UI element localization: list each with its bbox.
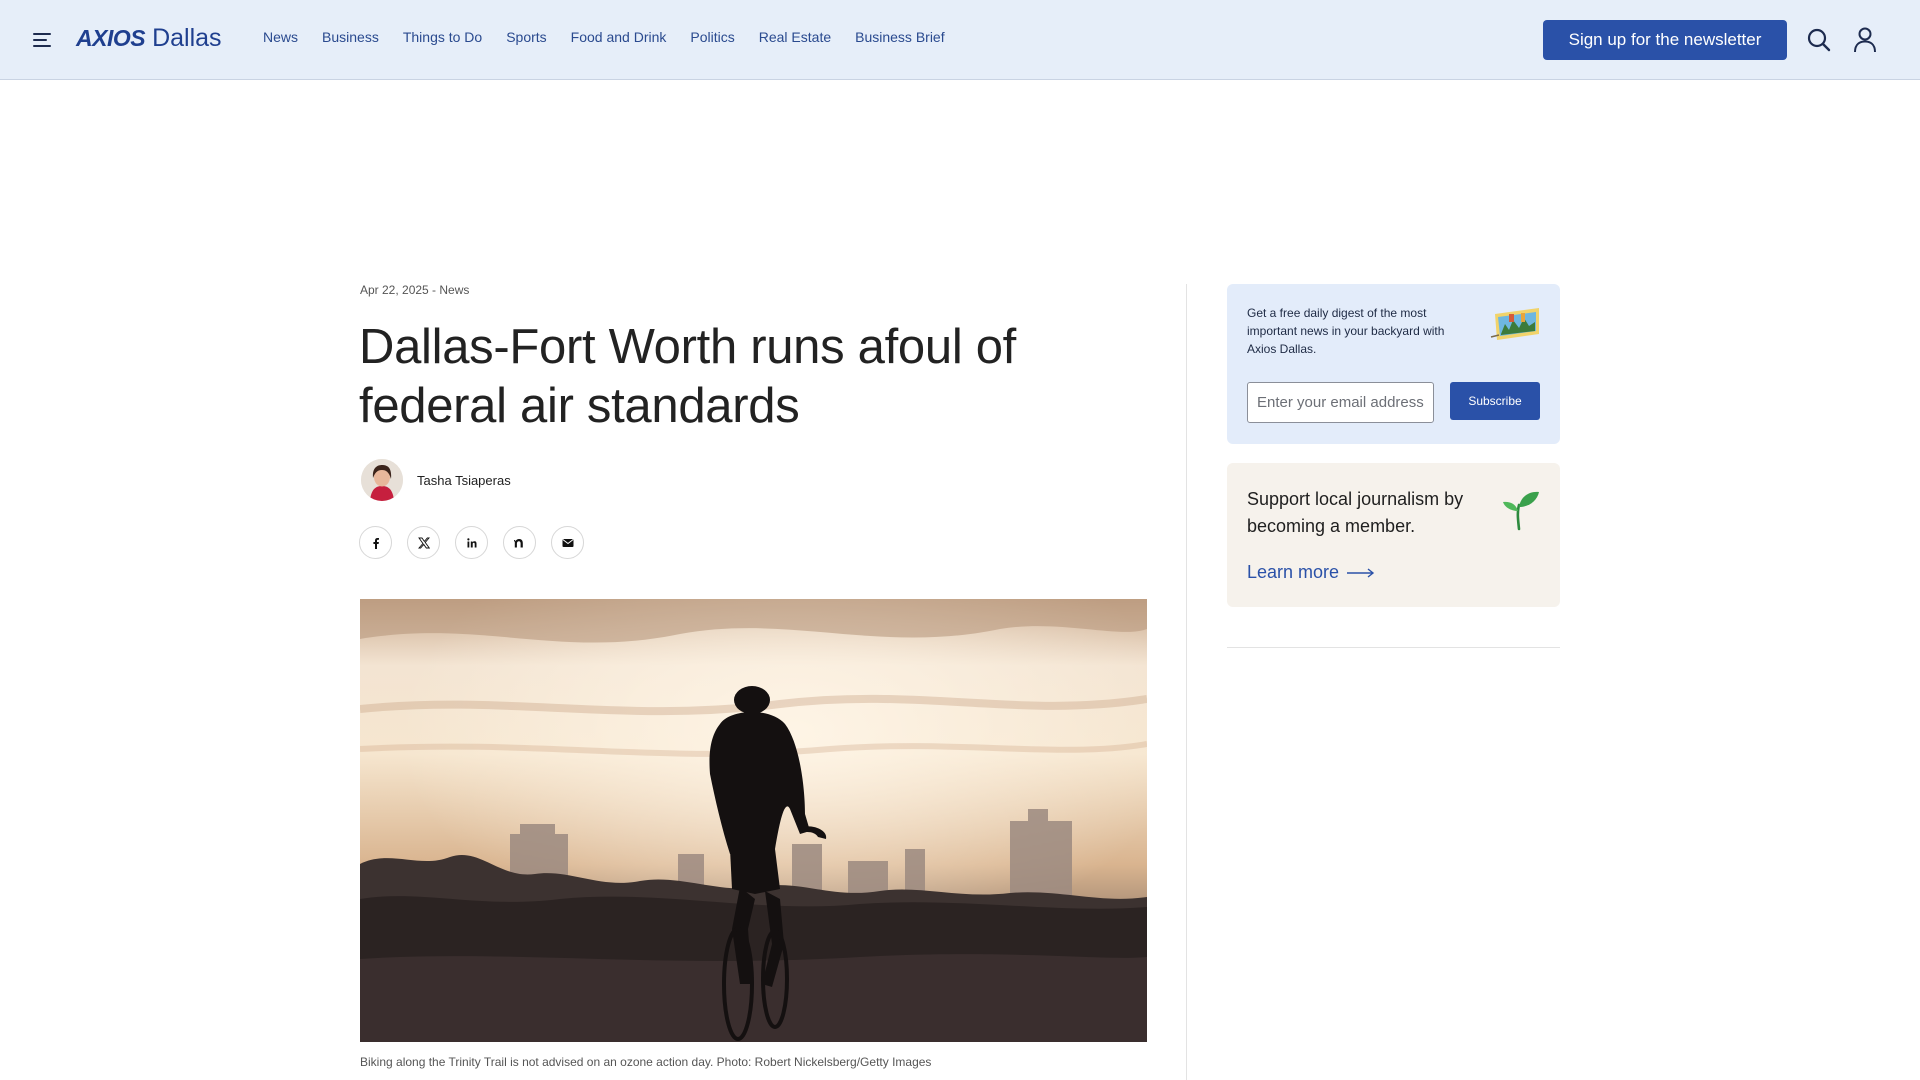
image-caption: Biking along the Trinity Trail is not ad… xyxy=(360,1055,932,1069)
membership-promo: Support local journalism by becoming a m… xyxy=(1227,463,1560,607)
article-meta: Apr 22, 2025 - News xyxy=(360,283,470,297)
main-nav: News Business Things to Do Sports Food a… xyxy=(263,29,969,45)
account-icon[interactable] xyxy=(1852,26,1878,54)
nav-item-real-estate[interactable]: Real Estate xyxy=(759,29,831,45)
email-input[interactable] xyxy=(1247,382,1434,423)
facebook-icon[interactable] xyxy=(359,526,392,559)
search-icon[interactable] xyxy=(1806,27,1832,53)
byline: Tasha Tsiaperas xyxy=(361,459,511,501)
arrow-right-icon xyxy=(1347,567,1375,578)
nav-item-food-and-drink[interactable]: Food and Drink xyxy=(571,29,667,45)
newsletter-promo: Get a free daily digest of the most impo… xyxy=(1227,284,1560,444)
logo-city: Dallas xyxy=(152,24,222,52)
x-icon[interactable] xyxy=(407,526,440,559)
nav-item-things-to-do[interactable]: Things to Do xyxy=(403,29,482,45)
newsletter-signup-button[interactable]: Sign up for the newsletter xyxy=(1543,20,1787,60)
membership-promo-text: Support local journalism by becoming a m… xyxy=(1247,489,1464,536)
column-divider xyxy=(1186,284,1187,1080)
subscribe-button[interactable]: Subscribe xyxy=(1450,382,1540,420)
sidebar-divider xyxy=(1227,647,1560,648)
hero-image xyxy=(360,599,1147,1042)
sprout-icon xyxy=(1497,487,1541,531)
nav-item-news[interactable]: News xyxy=(263,29,298,45)
learn-more-link[interactable]: Learn more xyxy=(1247,562,1375,583)
email-icon[interactable] xyxy=(551,526,584,559)
logo-brand: AXIOS xyxy=(76,25,146,51)
share-bar xyxy=(359,526,599,559)
author-name[interactable]: Tasha Tsiaperas xyxy=(417,473,511,488)
learn-more-label: Learn more xyxy=(1247,562,1340,582)
newsletter-promo-text: Get a free daily digest of the most impo… xyxy=(1247,306,1445,356)
menu-icon[interactable] xyxy=(33,30,55,50)
author-avatar[interactable] xyxy=(361,459,403,501)
site-logo[interactable]: AXIOS Dallas xyxy=(76,24,222,56)
site-header: AXIOS Dallas News Business Things to Do … xyxy=(0,0,1920,80)
nav-item-politics[interactable]: Politics xyxy=(690,29,734,45)
nav-item-business[interactable]: Business xyxy=(322,29,379,45)
page-title: Dallas-Fort Worth runs afoul of federal … xyxy=(359,320,1016,433)
nextdoor-icon[interactable] xyxy=(503,526,536,559)
postcard-illustration xyxy=(1489,304,1541,344)
nav-item-business-brief[interactable]: Business Brief xyxy=(855,29,944,45)
nav-item-sports[interactable]: Sports xyxy=(506,29,546,45)
linkedin-icon[interactable] xyxy=(455,526,488,559)
